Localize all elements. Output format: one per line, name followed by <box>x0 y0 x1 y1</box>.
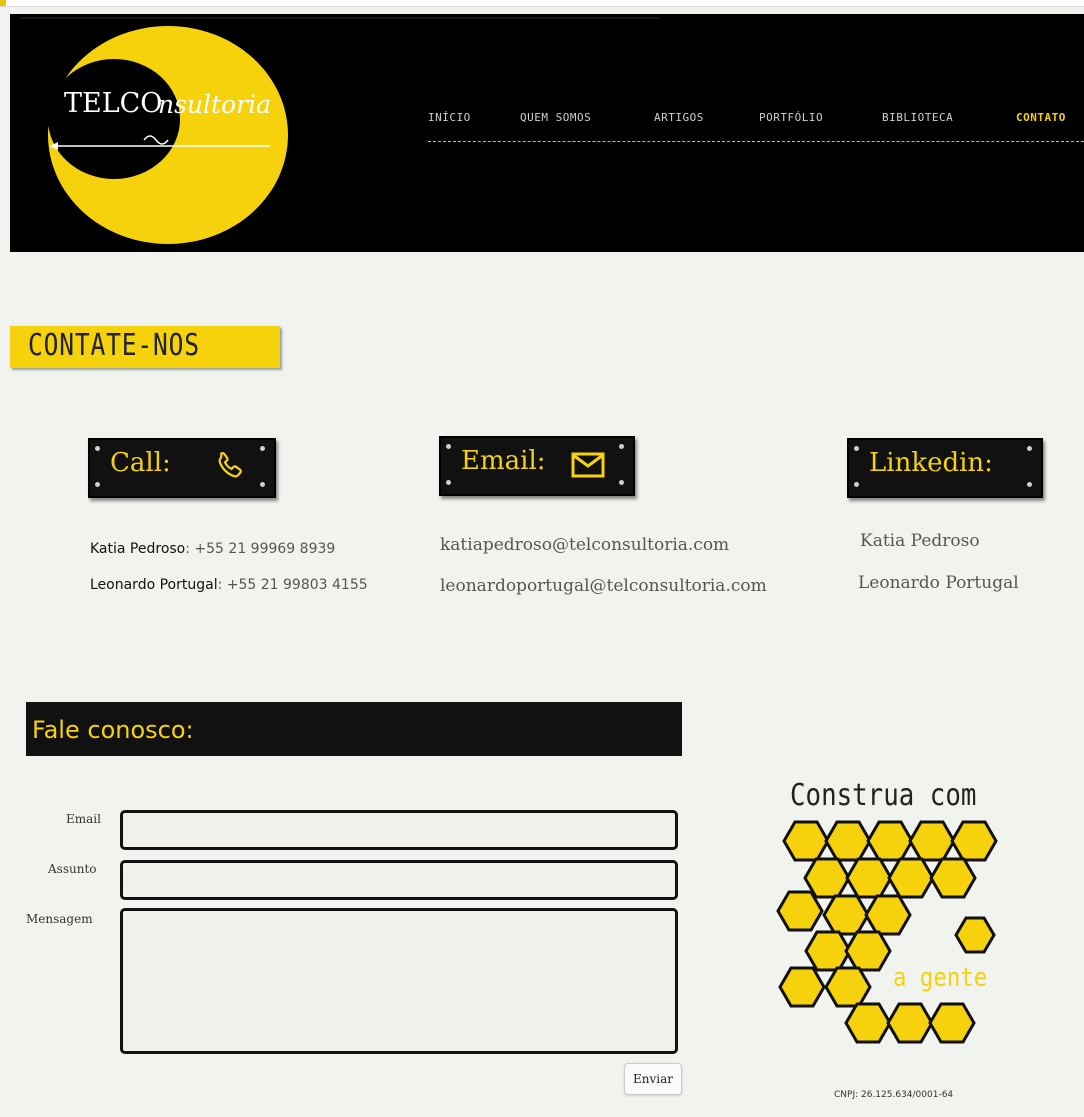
form-heading-bar: Fale conosco: <box>26 702 682 756</box>
plate-rivet <box>1027 482 1032 487</box>
plate-rivet <box>619 480 624 485</box>
plate-rivet <box>446 444 451 449</box>
call-label: Call: <box>110 448 171 478</box>
email-link[interactable]: leonardoportugal@telconsultoria.com <box>440 576 767 596</box>
plate-rivet <box>854 446 859 451</box>
main-nav: INÍCIO QUEM SOMOS ARTIGOS PORTFÓLIO BIBL… <box>428 111 1084 142</box>
email-field[interactable] <box>120 810 678 850</box>
envelope-icon <box>571 452 605 478</box>
phone-entry[interactable]: Katia Pedroso: +55 21 99969 8939 <box>90 541 335 557</box>
page-title-banner: CONTATE-NOS <box>10 326 280 368</box>
form-heading: Fale conosco: <box>32 716 194 744</box>
nav-item-inicio[interactable]: INÍCIO <box>428 111 471 124</box>
top-border <box>0 0 1084 7</box>
plate-rivet <box>260 482 265 487</box>
plate-rivet <box>619 444 624 449</box>
logo-circle-graphic <box>48 26 288 244</box>
promo-line-2: a gente <box>893 963 988 993</box>
message-field-label: Mensagem <box>26 912 93 926</box>
telco-logo[interactable]: TELCO nsultoria <box>48 26 288 244</box>
logo-text-telco: TELCO <box>64 88 163 119</box>
header-strip <box>20 17 660 19</box>
send-button[interactable]: Enviar <box>624 1063 682 1095</box>
nav-item-portfolio[interactable]: PORTFÓLIO <box>759 111 823 124</box>
linkedin-link[interactable]: Leonardo Portugal <box>858 573 1019 593</box>
contact-name: Leonardo Portugal <box>90 577 218 593</box>
honeycomb-cells <box>776 820 998 1044</box>
phone-icon <box>218 451 242 478</box>
plate-rivet <box>95 446 100 451</box>
phone-number: : +55 21 99969 8939 <box>185 541 336 557</box>
subject-field-label: Assunto <box>48 862 97 876</box>
honeycomb-logo <box>776 820 998 1044</box>
plate-rivet <box>854 482 859 487</box>
email-link[interactable]: katiapedroso@telconsultoria.com <box>440 535 729 555</box>
email-plate: Email: <box>439 436 635 496</box>
promo-line-1: Construa com <box>790 778 977 813</box>
corner-marker <box>0 0 6 6</box>
plate-rivet <box>446 480 451 485</box>
contact-name: Katia Pedroso <box>90 541 186 557</box>
phone-number: : +55 21 99803 4155 <box>217 577 368 593</box>
page-title: CONTATE-NOS <box>28 328 200 363</box>
cnpj-text: CNPJ: 26.125.634/0001-64 <box>834 1090 954 1100</box>
call-plate: Call: <box>88 438 276 498</box>
plate-rivet <box>95 482 100 487</box>
nav-item-artigos[interactable]: ARTIGOS <box>654 111 704 124</box>
linkedin-plate: Linkedin: <box>847 438 1043 498</box>
nav-item-contato[interactable]: CONTATO <box>1016 111 1066 124</box>
email-label: Email: <box>461 446 546 476</box>
subject-field[interactable] <box>120 860 678 900</box>
email-field-label: Email <box>66 812 101 826</box>
linkedin-label: Linkedin: <box>869 448 993 478</box>
plate-rivet <box>1027 446 1032 451</box>
linkedin-link[interactable]: Katia Pedroso <box>860 531 980 551</box>
phone-entry[interactable]: Leonardo Portugal: +55 21 99803 4155 <box>90 577 368 593</box>
message-field[interactable] <box>120 908 678 1054</box>
nav-item-biblioteca[interactable]: BIBLIOTECA <box>882 111 953 124</box>
logo-text-nsultoria: nsultoria <box>158 90 271 119</box>
plate-rivet <box>260 446 265 451</box>
nav-item-quem-somos[interactable]: QUEM SOMOS <box>520 111 591 124</box>
